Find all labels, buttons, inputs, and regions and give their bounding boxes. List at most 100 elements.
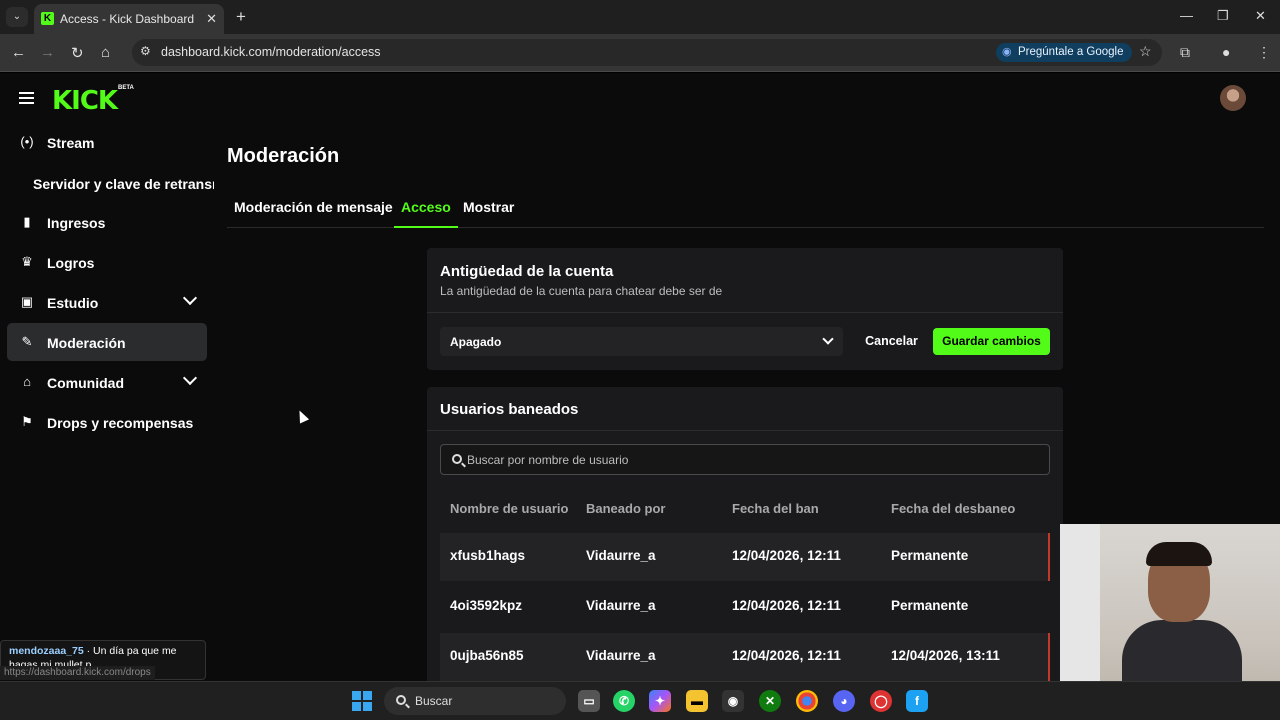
account-age-subtitle: La antigüedad de la cuenta para chatear … <box>440 284 723 298</box>
windows-start-icon[interactable] <box>352 691 372 711</box>
browser-menu-icon[interactable]: ⋮ <box>1257 44 1271 61</box>
save-changes-button[interactable]: Guardar cambios <box>933 328 1050 355</box>
site-info-icon[interactable]: ⚙ <box>140 44 151 58</box>
moderation-tabs: Moderación de mensaje Acceso Mostrar <box>227 186 1264 228</box>
cell-ban-date: 12/04/2026, 12:11 <box>732 648 841 663</box>
back-icon[interactable]: ← <box>11 44 26 61</box>
sidebar-item-label: Moderación <box>47 335 126 351</box>
minimize-icon[interactable]: — <box>1180 8 1193 23</box>
page-title: Moderación <box>227 145 340 167</box>
status-bar-url: https://dashboard.kick.com/drops <box>0 666 155 680</box>
whatsapp-icon[interactable]: ✆ <box>613 690 635 712</box>
ask-google-button[interactable]: ◉ Pregúntale a Google <box>996 43 1132 62</box>
cell-unban-date: 12/04/2026, 13:11 <box>891 648 1000 663</box>
tab-message-moderation[interactable]: Moderación de mensaje <box>227 186 400 228</box>
sidebar-item-stream[interactable]: (•) Stream <box>7 123 207 161</box>
app-icon[interactable]: f <box>906 690 928 712</box>
column-header-banned-by[interactable]: Baneado por <box>586 501 665 516</box>
obs-icon[interactable]: ◉ <box>722 690 744 712</box>
bookmark-star-icon[interactable]: ☆ <box>1139 43 1152 60</box>
drops-icon: ⚑ <box>21 414 33 429</box>
taskbar-search[interactable]: Buscar <box>384 687 566 715</box>
browser-toolbar: ← → ↻ ⌂ ⚙ dashboard.kick.com/moderation/… <box>0 34 1280 72</box>
lens-icon: ◉ <box>1002 46 1012 58</box>
search-icon <box>452 454 462 464</box>
taskbar-search-label: Buscar <box>415 694 453 708</box>
cell-banned-by: Vidaurre_a <box>586 648 656 663</box>
profile-icon[interactable]: ● <box>1222 44 1230 60</box>
reload-icon[interactable]: ↻ <box>71 44 84 62</box>
sidebar-item-label: Logros <box>47 255 95 271</box>
chevron-down-icon <box>822 333 834 345</box>
account-age-select[interactable]: Apagado <box>440 327 843 356</box>
cell-username: 0ujba56n85 <box>450 648 524 663</box>
extensions-icon[interactable]: ⧉ <box>1180 44 1190 61</box>
cancel-button[interactable]: Cancelar <box>855 327 928 356</box>
file-explorer-icon[interactable]: ▬ <box>686 690 708 712</box>
banned-search-input[interactable] <box>467 445 1037 474</box>
studio-icon: ▣ <box>20 294 34 309</box>
sidebar-item-achievements[interactable]: ♛ Logros <box>7 243 207 281</box>
divider <box>427 312 1063 313</box>
sidebar-item-stream-key[interactable]: Servidor y clave de retransmisión <box>33 176 214 192</box>
sidebar-item-label: Comunidad <box>47 375 124 391</box>
sidebar-item-studio[interactable]: ▣ Estudio <box>7 283 207 321</box>
forward-icon[interactable]: → <box>40 44 55 61</box>
url-text[interactable]: dashboard.kick.com/moderation/access <box>161 45 381 59</box>
community-icon: ⌂ <box>23 374 31 389</box>
opera-icon[interactable]: ◯ <box>870 690 892 712</box>
tab-display[interactable]: Mostrar <box>456 186 521 228</box>
sidebar-item-drops[interactable]: ⚑ Drops y recompensas <box>7 403 207 441</box>
column-header-ban-date[interactable]: Fecha del ban <box>732 501 819 516</box>
cell-unban-date: Permanente <box>891 598 969 613</box>
ask-google-label: Pregúntale a Google <box>1018 46 1124 58</box>
task-view-icon[interactable]: ▭ <box>578 690 600 712</box>
cell-ban-date: 12/04/2026, 12:11 <box>732 598 841 613</box>
banned-search-field[interactable] <box>440 444 1050 475</box>
tab-search-menu-icon[interactable]: ⌄ <box>6 7 28 27</box>
windows-taskbar: Buscar ▭ ✆ ✦ ▬ ◉ ✕ ◕ ◯ f <box>0 681 1280 720</box>
sidebar-item-label: Ingresos <box>47 215 106 231</box>
browser-tab[interactable]: K Access - Kick Dashboard ✕ <box>34 4 224 34</box>
user-avatar[interactable] <box>1220 85 1246 111</box>
account-age-card: Antigüedad de la cuenta La antigüedad de… <box>427 248 1063 370</box>
address-bar[interactable]: ⚙ dashboard.kick.com/moderation/access ◉… <box>132 39 1162 66</box>
chevron-down-icon[interactable] <box>182 370 198 386</box>
home-icon[interactable]: ⌂ <box>101 44 110 61</box>
tab-title: Access - Kick Dashboard <box>60 12 195 26</box>
kick-favicon-icon: K <box>41 12 54 25</box>
chevron-down-icon[interactable] <box>182 290 198 306</box>
column-header-username[interactable]: Nombre de usuario <box>450 501 568 516</box>
cell-username: xfusb1hags <box>450 548 526 563</box>
xbox-icon[interactable]: ✕ <box>759 690 781 712</box>
tab-close-icon[interactable]: ✕ <box>206 11 217 27</box>
cell-unban-date: Permanente <box>891 548 969 563</box>
account-age-title: Antigüedad de la cuenta <box>440 263 614 280</box>
window-close-icon[interactable]: ✕ <box>1255 8 1266 24</box>
sidebar-item-community[interactable]: ⌂ Comunidad <box>7 363 207 401</box>
table-row[interactable]: xfusb1hags Vidaurre_a 12/04/2026, 12:11 … <box>440 533 1050 581</box>
chart-icon: ▮ <box>23 214 31 229</box>
chrome-icon[interactable] <box>796 690 818 712</box>
column-header-unban-date[interactable]: Fecha del desbaneo <box>891 501 1015 516</box>
sidebar-item-label: Stream <box>47 135 95 151</box>
copilot-icon[interactable]: ✦ <box>649 690 671 712</box>
table-row[interactable]: 4oi3592kpz Vidaurre_a 12/04/2026, 12:11 … <box>440 583 1050 631</box>
chat-username: mendozaaa_75 <box>9 645 84 657</box>
account-age-selected-value: Apagado <box>450 335 502 349</box>
broadcast-icon: (•) <box>20 134 34 149</box>
table-row[interactable]: 0ujba56n85 Vidaurre_a 12/04/2026, 12:11 … <box>440 633 1050 681</box>
cell-banned-by: Vidaurre_a <box>586 548 656 563</box>
restore-icon[interactable]: ❐ <box>1217 8 1229 24</box>
sidebar-item-revenue[interactable]: ▮ Ingresos <box>7 203 207 241</box>
sidebar-item-moderation[interactable]: ✎ Moderación <box>7 323 207 361</box>
new-tab-icon[interactable]: + <box>236 7 246 27</box>
tab-access[interactable]: Acceso <box>394 186 458 228</box>
cell-banned-by: Vidaurre_a <box>586 598 656 613</box>
cell-username: 4oi3592kpz <box>450 598 523 613</box>
sidebar-item-label: Estudio <box>47 295 99 311</box>
kick-logo[interactable]: KICK <box>52 86 118 116</box>
discord-icon[interactable]: ◕ <box>833 690 855 712</box>
hamburger-menu-icon[interactable] <box>19 92 34 104</box>
banned-users-card: Usuarios baneados Nombre de usuario Bane… <box>427 387 1063 681</box>
